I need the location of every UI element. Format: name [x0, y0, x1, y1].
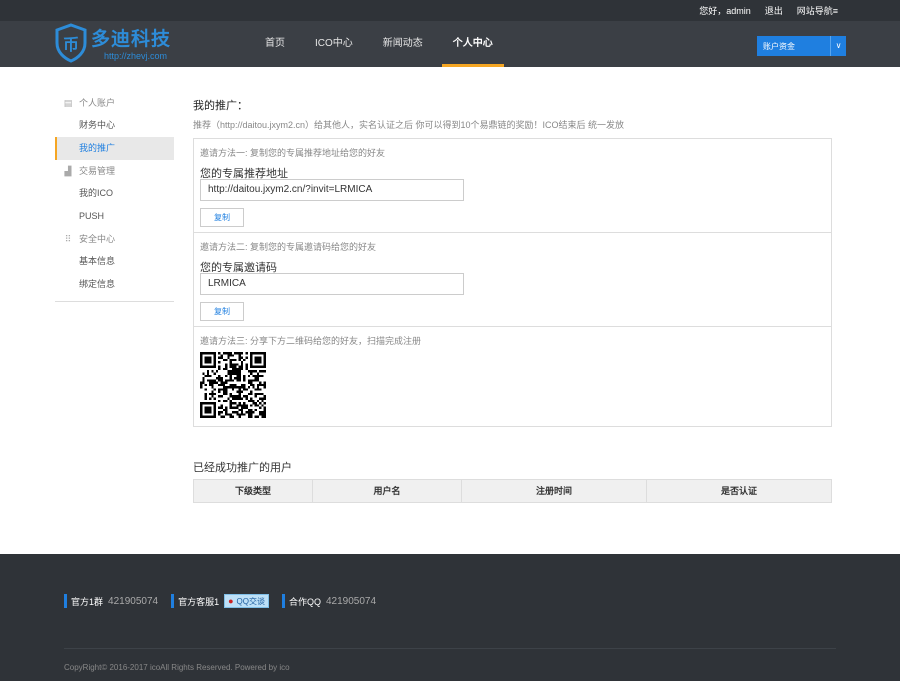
grid-icon: ⠿ — [64, 234, 72, 244]
contact-official-support: 官方客服1 ● QQ交谈 — [171, 594, 269, 608]
nav-home[interactable]: 首页 — [254, 21, 296, 67]
invite-method-two: 邀请方法二: 复制您的专属邀请码给您的好友 您的专属邀请码 LRMICA 复制 — [194, 233, 831, 327]
sidebar: ▤ 个人账户 财务中心 我的推广 ▟ 交易管理 我的ICO PUSH ⠿ 安全中… — [55, 92, 174, 302]
account-funds-dropdown[interactable]: 账户资金 ∨ — [757, 36, 846, 56]
top-bar: 您好，admin 退出 网站导航≡ — [0, 0, 900, 21]
table-header-register-time: 注册时间 — [462, 480, 647, 502]
sidebar-group-label: 个人账户 — [79, 98, 116, 108]
footer-divider — [64, 648, 836, 649]
invite-method-three: 邀请方法三: 分享下方二维码给您的好友，扫描完成注册 — [194, 327, 831, 426]
nav-personal-center[interactable]: 个人中心 — [441, 21, 504, 67]
contact-bar — [171, 594, 175, 608]
qq-chat-button[interactable]: ● QQ交谈 — [224, 594, 269, 608]
contact-value: 421905074 — [108, 595, 159, 607]
promoted-users-title: 已经成功推广的用户 — [193, 462, 292, 474]
invite-code-field[interactable]: LRMICA — [200, 273, 464, 295]
contact-label: 合作QQ — [288, 596, 321, 607]
contact-official-group: 官方1群 421905074 — [64, 594, 158, 608]
footer: 官方1群 421905074 官方客服1 ● QQ交谈 合作QQ 4219050… — [0, 554, 900, 681]
contact-cooperation-qq: 合作QQ 421905074 — [281, 594, 377, 608]
table-header-type: 下级类型 — [194, 480, 313, 502]
nav-news[interactable]: 新闻动态 — [372, 21, 434, 67]
svg-text:币: 币 — [63, 35, 79, 54]
invite-methods-panel: 邀请方法一: 复制您的专属推荐地址给您的好友 您的专属推荐地址 http://d… — [193, 138, 832, 427]
sidebar-item-binding-info[interactable]: 绑定信息 — [55, 273, 174, 296]
contact-bar — [281, 594, 285, 608]
main-nav: 首页 ICO中心 新闻动态 个人中心 — [254, 21, 512, 67]
site-nav-link[interactable]: 网站导航≡ — [797, 4, 838, 17]
sidebar-group-trade-management: ▟ 交易管理 — [55, 160, 174, 182]
chart-icon: ▟ — [64, 166, 72, 176]
referral-url-field[interactable]: http://daitou.jxym2.cn/?invit=LRMICA — [200, 179, 464, 201]
header: 币 多迪科技 http://zhevj.com 首页 ICO中心 新闻动态 个人… — [0, 21, 900, 67]
sidebar-group-label: 安全中心 — [79, 234, 116, 244]
contact-value: 421905074 — [326, 595, 377, 607]
footer-contacts: 官方1群 421905074 官方客服1 ● QQ交谈 合作QQ 4219050… — [64, 594, 376, 608]
invite-method-one: 邀请方法一: 复制您的专属推荐地址给您的好友 您的专属推荐地址 http://d… — [194, 139, 831, 233]
method-label: 邀请方法三: 分享下方二维码给您的好友，扫描完成注册 — [200, 336, 422, 346]
sidebar-group-security-center: ⠿ 安全中心 — [55, 228, 174, 250]
sidebar-item-finance-center[interactable]: 财务中心 — [55, 114, 174, 137]
copyright-text: CopyRight© 2016-2017 icoAll Rights Reser… — [64, 663, 290, 672]
brand-name: 多迪科技 — [91, 29, 172, 50]
logo[interactable]: 币 多迪科技 http://zhevj.com — [54, 23, 204, 63]
contact-label: 官方1群 — [71, 596, 104, 607]
chevron-down-icon[interactable]: ∨ — [830, 36, 846, 56]
table-header-username: 用户名 — [313, 480, 462, 502]
account-funds-value: 账户资金 — [763, 42, 795, 51]
qq-penguin-icon: ● — [228, 596, 234, 606]
copy-url-button[interactable]: 复制 — [200, 208, 244, 227]
document-icon: ▤ — [63, 98, 73, 108]
sidebar-group-personal-account: ▤ 个人账户 — [55, 92, 174, 114]
method-label: 邀请方法二: 复制您的专属邀请码给您的好友 — [200, 242, 377, 252]
nav-ico-center[interactable]: ICO中心 — [304, 21, 364, 67]
sidebar-item-basic-info[interactable]: 基本信息 — [55, 250, 174, 273]
user-greeting: 您好，admin — [699, 6, 751, 16]
top-links: 您好，admin 退出 网站导航≡ — [699, 0, 838, 21]
promotion-note: 推荐（http://daitou.jxym2.cn）给其他人，实名认证之后 你可… — [193, 120, 625, 130]
shield-logo-icon: 币 — [55, 23, 87, 63]
contact-bar — [64, 594, 67, 608]
page-title: 我的推广： — [193, 100, 248, 112]
qr-code-image — [200, 352, 266, 418]
copy-code-button[interactable]: 复制 — [200, 302, 244, 321]
sidebar-item-my-promotion[interactable]: 我的推广 — [55, 137, 174, 160]
sidebar-item-push[interactable]: PUSH — [55, 205, 174, 228]
promoted-users-table: 下级类型 用户名 注册时间 是否认证 — [193, 479, 832, 503]
sidebar-item-my-ico[interactable]: 我的ICO — [55, 182, 174, 205]
sidebar-group-label: 交易管理 — [79, 166, 116, 176]
main-content: 我的推广： 推荐（http://daitou.jxym2.cn）给其他人，实名认… — [193, 97, 833, 427]
method-label: 邀请方法一: 复制您的专属推荐地址给您的好友 — [200, 148, 386, 158]
table-header-verified: 是否认证 — [720, 486, 757, 496]
logout-link[interactable]: 退出 — [765, 4, 783, 17]
contact-label: 官方客服1 — [178, 596, 220, 607]
brand-domain: http://zhevj.com — [104, 51, 168, 61]
qq-chat-label: QQ交谈 — [236, 596, 265, 606]
